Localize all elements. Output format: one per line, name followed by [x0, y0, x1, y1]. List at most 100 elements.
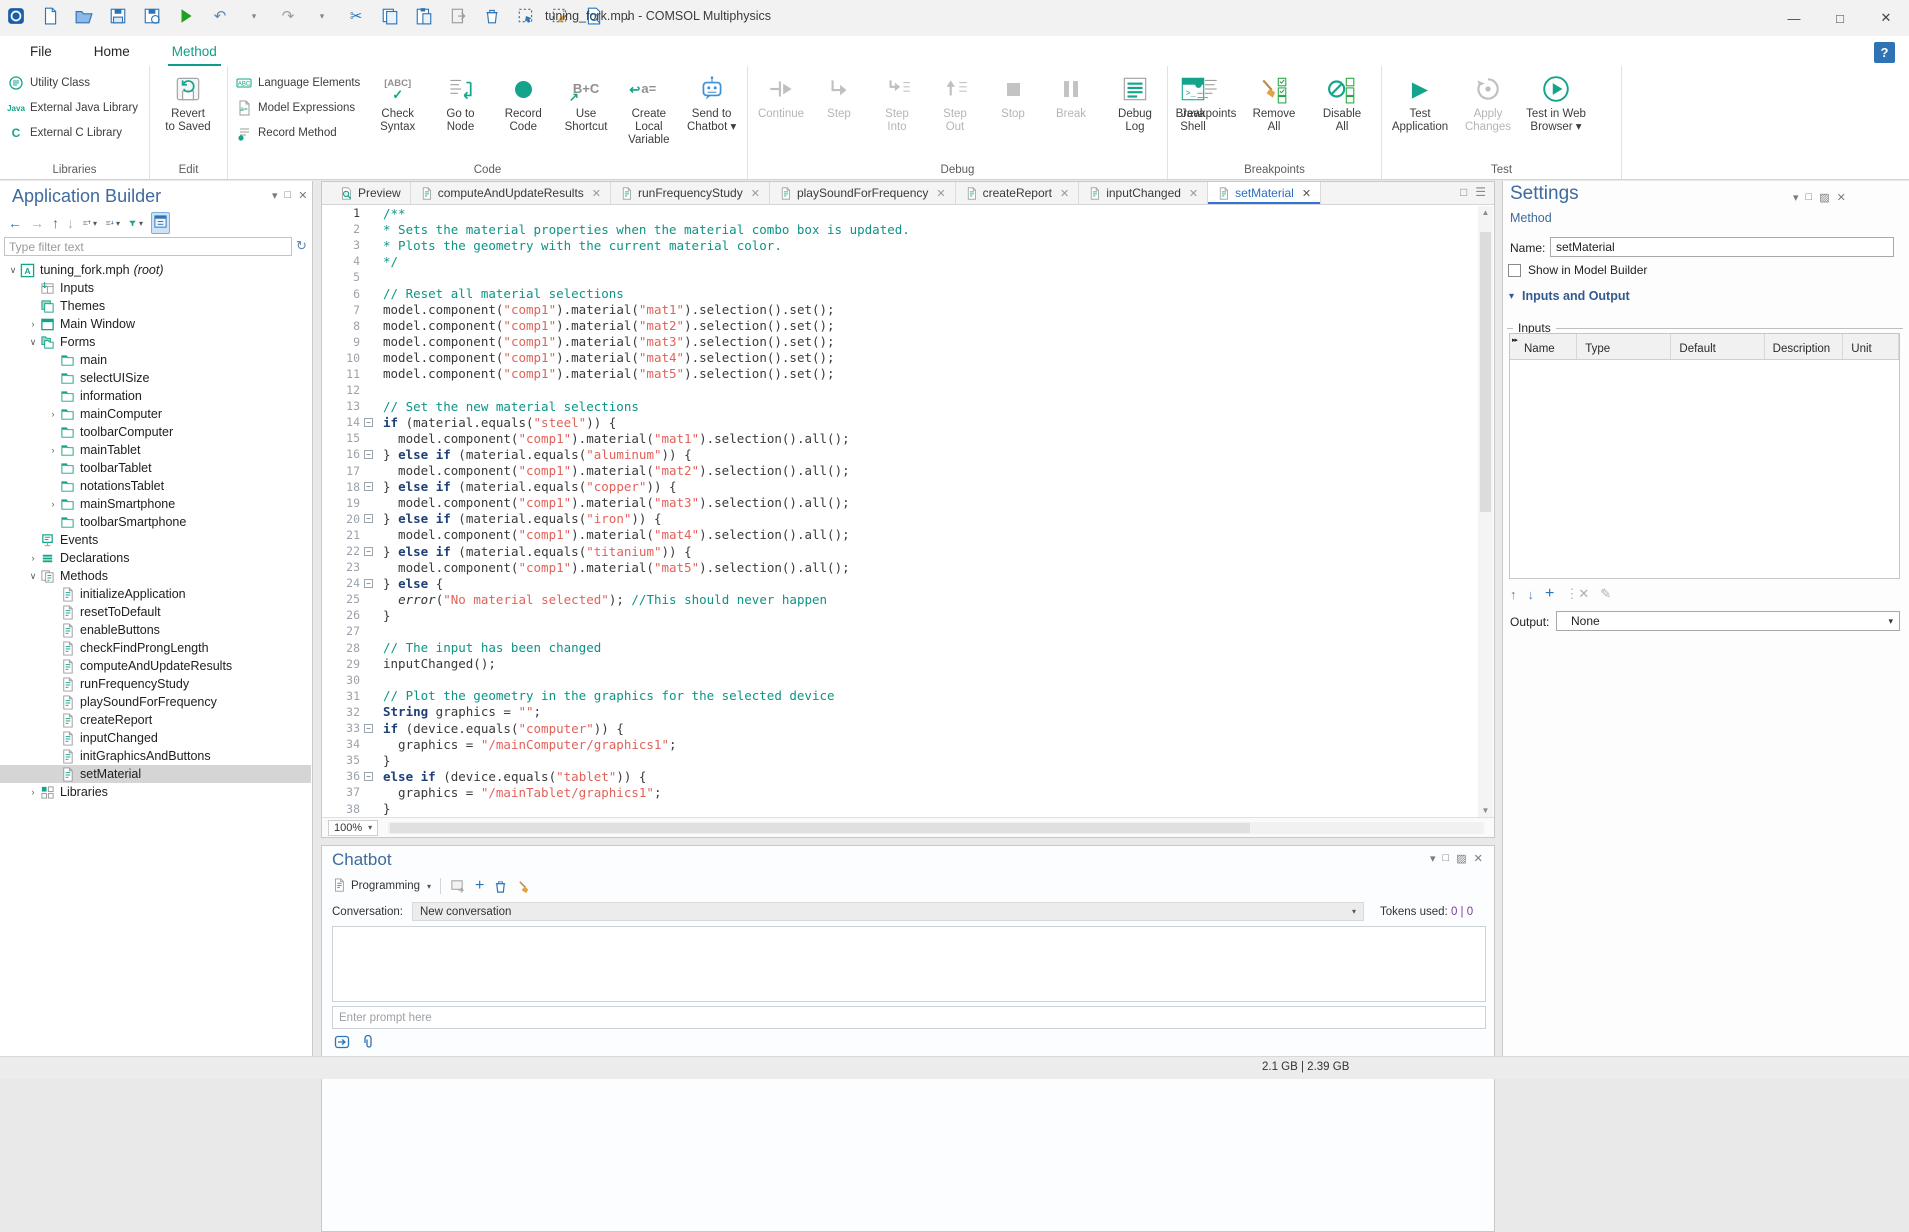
menu-tab-file[interactable]: File: [26, 40, 56, 63]
chevron-right-icon[interactable]: ›: [28, 319, 38, 329]
send-to-chatbot-button[interactable]: Send to Chatbot ▾: [680, 70, 743, 134]
collapse-dropdown-icon[interactable]: ▾: [82, 216, 97, 231]
model-expressions-button[interactable]: a=Model Expressions: [236, 99, 360, 117]
chevron-right-icon[interactable]: ›: [48, 409, 58, 419]
close-tab-icon[interactable]: ✕: [936, 187, 945, 200]
delete-input-icon[interactable]: ⋮✕: [1565, 586, 1589, 602]
close-tab-icon[interactable]: ✕: [1060, 187, 1069, 200]
inputs-table[interactable]: ▸▸NameTypeDefaultDescriptionUnit: [1509, 333, 1900, 579]
send-icon[interactable]: [334, 1034, 350, 1055]
prompt-input[interactable]: [332, 1006, 1486, 1029]
inputs-and-output-section[interactable]: ▾ Inputs and Output: [1509, 289, 1630, 303]
fold-icon[interactable]: −: [360, 547, 377, 556]
add-input-icon[interactable]: +: [1545, 585, 1554, 603]
scrollbar-thumb[interactable]: [1480, 232, 1491, 512]
pin-icon[interactable]: ▨: [1456, 852, 1466, 865]
close-tab-icon[interactable]: ✕: [1189, 187, 1198, 200]
tree-item-checkfindpronglength[interactable]: checkFindProngLength: [0, 639, 311, 657]
open-file-icon[interactable]: [74, 5, 94, 27]
tree-item-selectuisize[interactable]: selectUISize: [0, 369, 311, 387]
save-as-icon[interactable]: [142, 5, 162, 27]
tree-item-main[interactable]: main: [0, 351, 311, 369]
tree-item-setmaterial[interactable]: setMaterial: [0, 765, 311, 783]
collapse-icon[interactable]: ▾: [1430, 852, 1436, 865]
move-down-icon[interactable]: ↓: [67, 215, 74, 231]
collapse-icon[interactable]: ▾: [1793, 191, 1799, 204]
editor-tab-computeAndUpdateResults[interactable]: computeAndUpdateResults✕: [411, 182, 611, 204]
undo-caret-icon[interactable]: ▾: [244, 5, 264, 27]
external-c-library-button[interactable]: CExternal C Library: [8, 124, 138, 142]
fold-icon[interactable]: −: [360, 772, 377, 781]
tree-item-enablebuttons[interactable]: enableButtons: [0, 621, 311, 639]
tree-item-toolbartablet[interactable]: toolbarTablet: [0, 459, 311, 477]
clear-conversation-icon[interactable]: [517, 879, 532, 894]
scroll-down-icon[interactable]: ▼: [1478, 806, 1493, 815]
horizontal-scrollbar[interactable]: [388, 822, 1484, 834]
insert-code-icon[interactable]: [450, 878, 466, 894]
record-code-button[interactable]: Record Code: [492, 70, 555, 134]
float-editor-icon[interactable]: □: [1460, 185, 1467, 199]
move-up-icon[interactable]: ↑: [1510, 587, 1517, 602]
debug-log-button[interactable]: Debug Log: [1106, 70, 1164, 134]
use-shortcut-button[interactable]: B+C↗Use Shortcut: [555, 70, 618, 134]
back-icon[interactable]: ←: [8, 215, 22, 231]
chevron-right-icon[interactable]: ›: [48, 499, 58, 509]
tree-item-toolbarcomputer[interactable]: toolbarComputer: [0, 423, 311, 441]
tree-item-initializeapplication[interactable]: initializeApplication: [0, 585, 311, 603]
utility-class-button[interactable]: Utility Class: [8, 74, 138, 92]
tree-item-computeandupdateresults[interactable]: computeAndUpdateResults: [0, 657, 311, 675]
menu-tab-method[interactable]: Method: [168, 40, 221, 63]
redo-icon[interactable]: ↷: [278, 5, 298, 27]
run-icon[interactable]: [176, 5, 196, 27]
editor-tab-inputChanged[interactable]: inputChanged✕: [1079, 182, 1208, 204]
forward-icon[interactable]: →: [30, 215, 44, 231]
collapse-icon[interactable]: ▾: [272, 189, 278, 202]
tree-item-resettodefault[interactable]: resetToDefault: [0, 603, 311, 621]
fold-icon[interactable]: −: [360, 514, 377, 523]
redo-caret-icon[interactable]: ▾: [312, 5, 332, 27]
delete-conversation-icon[interactable]: [493, 879, 508, 894]
tree-item-notationstablet[interactable]: notationsTablet: [0, 477, 311, 495]
filter-input[interactable]: [4, 237, 292, 256]
disable-all-button[interactable]: Disable All: [1308, 70, 1376, 134]
pin-icon[interactable]: ▨: [1819, 191, 1829, 204]
check-syntax-button[interactable]: [ABC]✓Check Syntax: [366, 70, 429, 134]
show-in-model-builder-checkbox[interactable]: [1508, 264, 1521, 277]
breakpoints-button[interactable]: Breakpoints: [1172, 70, 1240, 121]
move-down-icon[interactable]: ↓: [1528, 587, 1535, 602]
tree-item-mainsmartphone[interactable]: ›mainSmartphone: [0, 495, 311, 513]
editor-tab-Preview[interactable]: Preview: [331, 182, 411, 204]
app-logo-icon[interactable]: [6, 5, 26, 27]
new-conversation-icon[interactable]: +: [475, 877, 484, 895]
tree-item-inputchanged[interactable]: inputChanged: [0, 729, 311, 747]
conversation-select[interactable]: New conversation ▾: [412, 902, 1364, 921]
chevron-down-icon[interactable]: ∨: [28, 337, 38, 348]
close-tab-icon[interactable]: ✕: [592, 187, 601, 200]
expand-dropdown-icon[interactable]: ▾: [105, 216, 120, 231]
chevron-right-icon[interactable]: ›: [28, 553, 38, 563]
refresh-icon[interactable]: ↻: [296, 238, 307, 254]
tree-item-declarations[interactable]: ›Declarations: [0, 549, 311, 567]
chevron-down-icon[interactable]: ∨: [28, 571, 38, 582]
editor-tab-runFrequencyStudy[interactable]: runFrequencyStudy✕: [611, 182, 770, 204]
test-application-button[interactable]: ▶Test Application: [1386, 70, 1454, 134]
undo-icon[interactable]: ↶: [210, 5, 230, 27]
zoom-control[interactable]: 100% ▾: [328, 820, 378, 836]
help-button[interactable]: ?: [1874, 42, 1895, 63]
code-area[interactable]: 1/**2* Sets the material properties when…: [322, 205, 1477, 817]
external-java-library-button[interactable]: JavaExternal Java Library: [8, 99, 138, 117]
fold-icon[interactable]: −: [360, 450, 377, 459]
close-tab-icon[interactable]: ✕: [751, 187, 760, 200]
tab-list-icon[interactable]: ☰: [1475, 185, 1486, 199]
close-tab-icon[interactable]: ✕: [1302, 187, 1311, 200]
tree-item-initgraphicsandbuttons[interactable]: initGraphicsAndButtons: [0, 747, 311, 765]
tree-item-information[interactable]: information: [0, 387, 311, 405]
editor-tab-playSoundForFrequency[interactable]: playSoundForFrequency✕: [770, 182, 956, 204]
chevron-right-icon[interactable]: ›: [28, 787, 38, 797]
chevron-down-icon[interactable]: ∨: [8, 265, 18, 276]
minimize-icon[interactable]: —: [1771, 0, 1817, 36]
close-icon[interactable]: ✕: [1837, 191, 1846, 204]
vertical-scrollbar[interactable]: ▲ ▼: [1478, 206, 1493, 817]
copy-icon[interactable]: [380, 5, 400, 27]
output-select[interactable]: None ▾: [1556, 611, 1900, 631]
